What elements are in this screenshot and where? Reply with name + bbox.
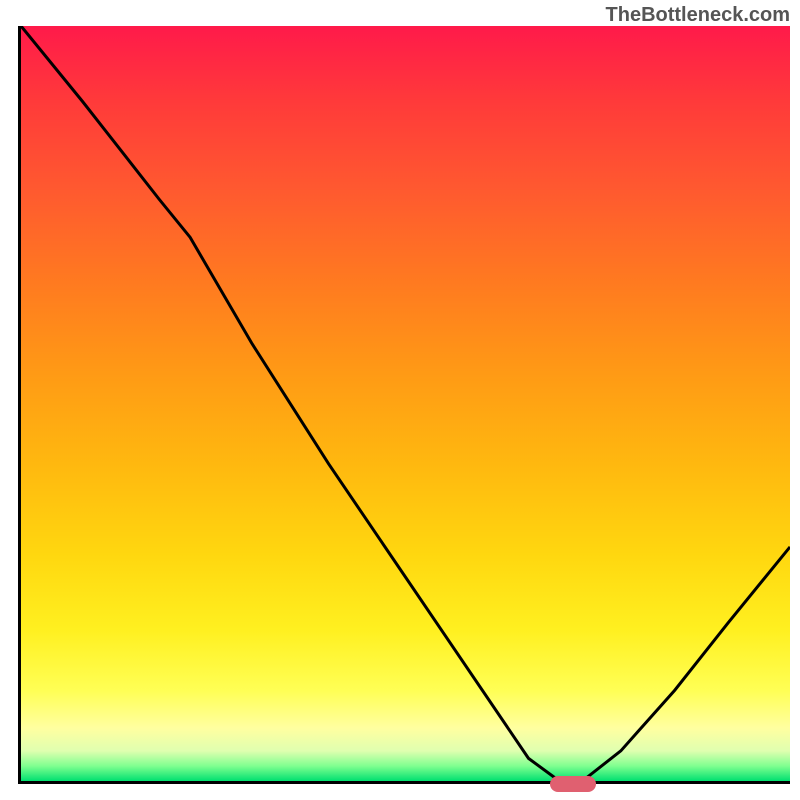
- watermark-text: TheBottleneck.com: [606, 4, 790, 27]
- curve-path: [21, 26, 790, 781]
- plot-area: [18, 26, 790, 784]
- bottleneck-curve: [21, 26, 790, 781]
- optimal-marker: [550, 776, 596, 792]
